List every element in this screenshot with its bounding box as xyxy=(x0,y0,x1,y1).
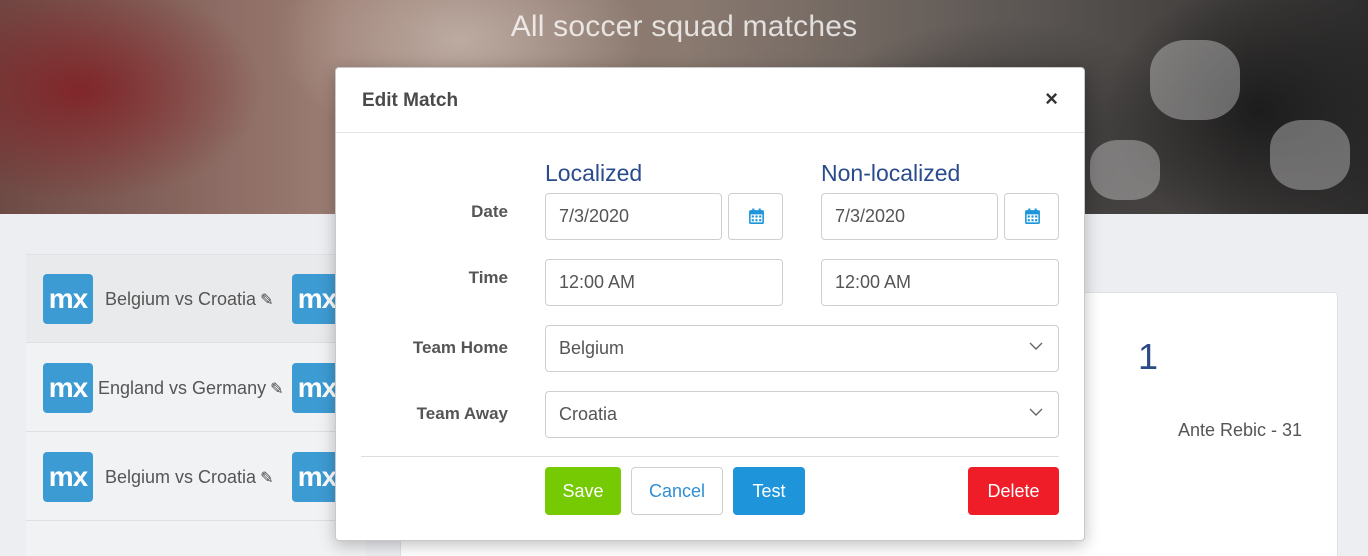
edit-match-dialog: Edit Match × Localized Non-localized Dat… xyxy=(335,67,1085,541)
close-icon[interactable]: × xyxy=(1045,86,1058,112)
time-localized-input[interactable]: 12:00 AM xyxy=(545,259,783,306)
team-home-value: Belgium xyxy=(559,338,625,358)
date-label: Date xyxy=(471,202,508,221)
calendar-button-nonlocalized[interactable] xyxy=(1004,193,1059,240)
delete-button[interactable]: Delete xyxy=(968,467,1059,515)
save-button[interactable]: Save xyxy=(545,467,621,515)
calendar-button-localized[interactable] xyxy=(728,193,783,240)
date-localized-input[interactable]: 7/3/2020 xyxy=(545,193,722,240)
team-home-select[interactable]: Belgium xyxy=(545,325,1059,372)
footer-divider xyxy=(361,456,1059,457)
nonlocalized-heading: Non-localized xyxy=(821,160,961,186)
cancel-button[interactable]: Cancel xyxy=(631,467,723,515)
team-away-label: Team Away xyxy=(416,404,508,423)
modal-header: Edit Match × xyxy=(336,68,1084,133)
localized-heading: Localized xyxy=(545,160,643,186)
team-away-value: Croatia xyxy=(559,404,618,424)
time-nonlocalized-input[interactable]: 12:00 AM xyxy=(821,259,1059,306)
test-button[interactable]: Test xyxy=(733,467,805,515)
chevron-down-icon xyxy=(1029,408,1043,416)
calendar-icon xyxy=(1025,208,1040,224)
chevron-down-icon xyxy=(1029,342,1043,350)
team-away-select[interactable]: Croatia xyxy=(545,391,1059,438)
calendar-icon xyxy=(749,208,764,224)
date-nonlocalized-input[interactable]: 7/3/2020 xyxy=(821,193,998,240)
time-label: Time xyxy=(468,268,508,287)
team-home-label: Team Home xyxy=(412,338,508,357)
modal-title: Edit Match xyxy=(362,90,459,111)
